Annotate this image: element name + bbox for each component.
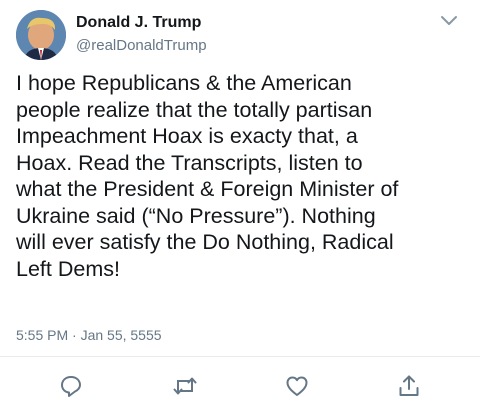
like-icon[interactable] bbox=[284, 373, 310, 399]
reply-icon[interactable] bbox=[58, 373, 84, 399]
avatar[interactable] bbox=[16, 10, 66, 60]
avatar-image bbox=[16, 10, 66, 60]
tweet-text: I hope Republicans & the American people… bbox=[16, 71, 399, 281]
retweet-icon[interactable] bbox=[172, 373, 198, 399]
tweet-card: Donald J. Trump @realDonaldTrump I hope … bbox=[0, 0, 480, 410]
author-name[interactable]: Donald J. Trump bbox=[76, 14, 201, 32]
author-handle[interactable]: @realDonaldTrump bbox=[76, 37, 207, 54]
chevron-down-icon[interactable] bbox=[440, 14, 458, 28]
tweet-timestamp[interactable]: 5:55 PM · Jan 55, 5555 bbox=[16, 327, 162, 343]
divider bbox=[0, 356, 480, 357]
share-icon[interactable] bbox=[396, 373, 422, 399]
tweet-actions bbox=[0, 370, 480, 400]
